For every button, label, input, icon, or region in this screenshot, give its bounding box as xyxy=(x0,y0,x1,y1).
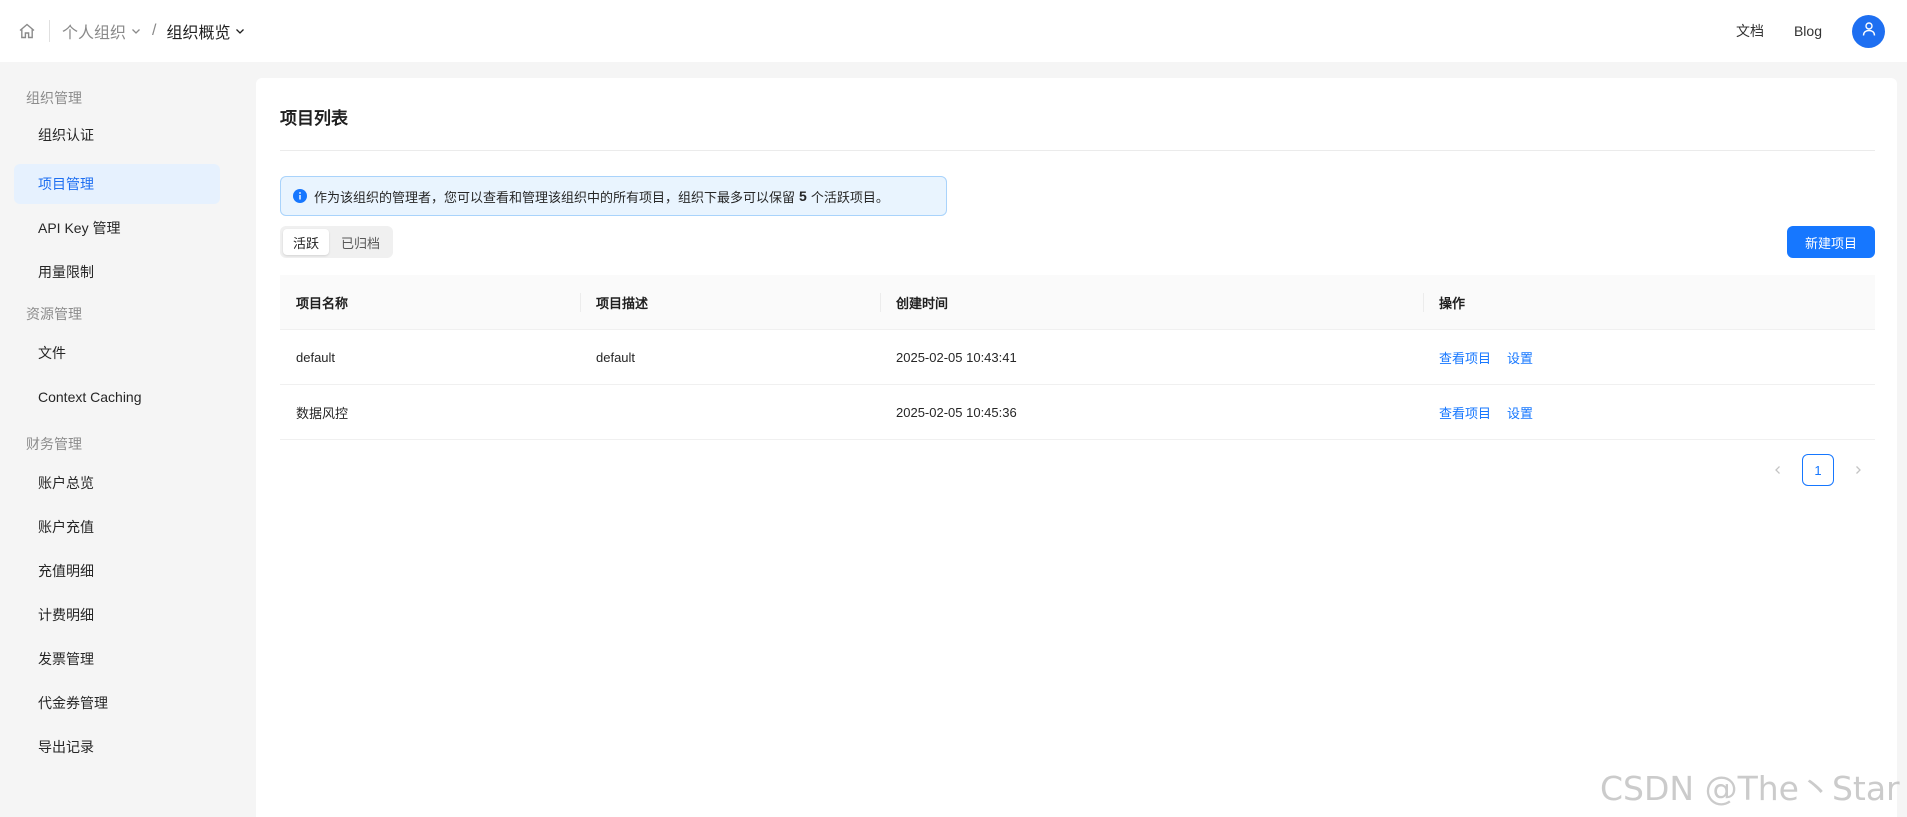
top-bar: 个人组织 / 组织概览 文档 Blog xyxy=(0,0,1907,62)
org-switcher[interactable]: 个人组织 xyxy=(62,19,142,43)
page-crumb-label: 组织概览 xyxy=(166,25,231,42)
notice-count: 5 xyxy=(799,188,807,204)
project-description-cell xyxy=(580,385,880,439)
tab-archived[interactable]: 已归档 xyxy=(331,229,390,255)
org-crumb-label: 个人组织 xyxy=(62,25,127,42)
sidebar-item-account-recharge[interactable]: 账户充值 xyxy=(14,507,220,547)
project-name-cell: 数据风控 xyxy=(296,405,349,421)
sidebar-item-label: Context Caching xyxy=(38,389,142,405)
sidebar-item-account-overview[interactable]: 账户总览 xyxy=(14,463,220,503)
sidebar-item-label: 代金券管理 xyxy=(38,695,108,711)
chevron-down-icon xyxy=(234,25,246,37)
sidebar-item-label: 充值明细 xyxy=(38,563,94,579)
title-divider xyxy=(280,150,1875,151)
table-header: 项目名称 项目描述 创建时间 操作 xyxy=(280,275,1875,330)
user-icon xyxy=(1861,21,1877,42)
docs-link[interactable]: 文档 xyxy=(1736,21,1764,41)
sidebar-item-export-records[interactable]: 导出记录 xyxy=(14,727,220,767)
home-icon[interactable] xyxy=(17,21,37,41)
new-project-button[interactable]: 新建项目 xyxy=(1787,226,1875,258)
view-project-link[interactable]: 查看项目 xyxy=(1439,348,1491,367)
sidebar-item-label: 组织认证 xyxy=(38,127,94,143)
sidebar-item-label: API Key 管理 xyxy=(38,220,121,236)
project-table: 项目名称 项目描述 创建时间 操作 default default 2025-0… xyxy=(280,275,1875,440)
sidebar-item-label: 导出记录 xyxy=(38,739,94,755)
page-switcher[interactable]: 组织概览 xyxy=(166,19,246,43)
nav-group-title: 组织管理 xyxy=(26,90,82,106)
sidebar-item-project-management[interactable]: 项目管理 xyxy=(14,164,220,204)
settings-link[interactable]: 设置 xyxy=(1507,403,1533,422)
blog-link[interactable]: Blog xyxy=(1794,23,1822,39)
project-list-card: 项目列表 作为该组织的管理者，您可以查看和管理该组织中的所有项目，组织下最多可以… xyxy=(256,78,1897,817)
nav-group-title: 资源管理 xyxy=(26,306,82,322)
view-project-link[interactable]: 查看项目 xyxy=(1439,403,1491,422)
column-header: 项目描述 xyxy=(580,275,880,329)
column-header: 项目名称 xyxy=(296,295,349,311)
nav-group-title: 财务管理 xyxy=(26,436,82,452)
sidebar-item-label: 计费明细 xyxy=(38,607,94,623)
page-number-button[interactable]: 1 xyxy=(1802,454,1834,486)
created-time-cell: 2025-02-05 10:43:41 xyxy=(896,349,1017,365)
notice-text-end: 个活跃项目。 xyxy=(810,189,889,205)
table-row: 数据风控 2025-02-05 10:45:36 查看项目 设置 xyxy=(280,385,1875,440)
created-time-cell: 2025-02-05 10:45:36 xyxy=(896,404,1017,420)
sidebar-item-files[interactable]: 文件 xyxy=(14,333,220,373)
chevron-right-icon[interactable] xyxy=(1848,454,1868,486)
sidebar-item-context-caching[interactable]: Context Caching xyxy=(14,377,220,417)
sidebar: 组织管理 组织认证 项目管理 API Key 管理 用量限制 资源管理 文件 C… xyxy=(0,62,240,817)
avatar[interactable] xyxy=(1852,14,1885,48)
sidebar-item-label: 账户充值 xyxy=(38,519,94,535)
sidebar-item-api-key[interactable]: API Key 管理 xyxy=(14,208,220,248)
sidebar-item-label: 发票管理 xyxy=(38,651,94,667)
settings-link[interactable]: 设置 xyxy=(1507,348,1533,367)
column-header: 创建时间 xyxy=(880,275,1423,329)
actions-cell: 查看项目 设置 xyxy=(1423,330,1875,384)
sidebar-item-billing-details[interactable]: 计费明细 xyxy=(14,595,220,635)
topbar-divider xyxy=(49,20,50,42)
info-notice: 作为该组织的管理者，您可以查看和管理该组织中的所有项目，组织下最多可以保留 5 … xyxy=(280,176,947,216)
notice-text: 作为该组织的管理者，您可以查看和管理该组织中的所有项目，组织下最多可以保留 xyxy=(314,189,796,205)
table-row: default default 2025-02-05 10:43:41 查看项目… xyxy=(280,330,1875,385)
sidebar-item-label: 文件 xyxy=(38,345,66,361)
watermark: CSDN @The丶Star xyxy=(1600,769,1900,808)
chevron-down-icon xyxy=(130,25,142,37)
sidebar-item-label: 项目管理 xyxy=(38,176,94,192)
chevron-left-icon[interactable] xyxy=(1768,454,1788,486)
page-title: 项目列表 xyxy=(280,109,348,128)
sidebar-item-label: 用量限制 xyxy=(38,264,94,280)
sidebar-item-label: 账户总览 xyxy=(38,475,94,491)
project-name-cell: default xyxy=(296,349,336,365)
topbar-actions: 文档 Blog xyxy=(1736,14,1885,48)
column-header: 操作 xyxy=(1423,275,1875,329)
tab-active[interactable]: 活跃 xyxy=(283,229,330,255)
sidebar-item-invoice-management[interactable]: 发票管理 xyxy=(14,639,220,679)
sidebar-item-recharge-details[interactable]: 充值明细 xyxy=(14,551,220,591)
sidebar-item-voucher-management[interactable]: 代金券管理 xyxy=(14,683,220,723)
breadcrumb-separator: / xyxy=(152,22,157,39)
sidebar-item-org-verification[interactable]: 组织认证 xyxy=(14,115,220,155)
info-icon xyxy=(293,189,307,203)
project-description-cell: default xyxy=(596,349,636,365)
actions-cell: 查看项目 设置 xyxy=(1423,385,1875,439)
status-segmented-control: 活跃 已归档 xyxy=(280,226,394,258)
pagination: 1 xyxy=(1768,454,1868,486)
sidebar-item-usage-limits[interactable]: 用量限制 xyxy=(14,252,220,292)
